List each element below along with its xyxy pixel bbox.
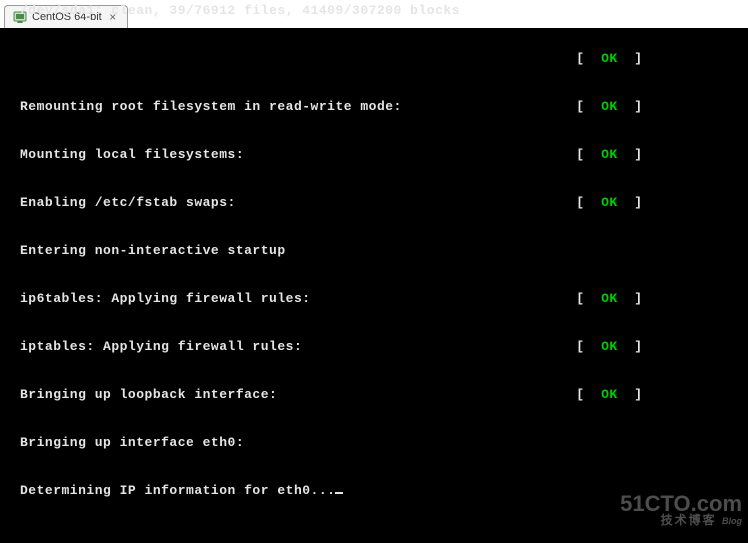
cursor xyxy=(335,492,343,494)
eth0-determining: Determining IP information for eth0... xyxy=(20,483,335,498)
status-ok: [ OK ] xyxy=(576,99,642,115)
status-row: Remounting root filesystem in read-write… xyxy=(20,99,643,115)
status-row: [ OK ] xyxy=(20,51,643,67)
status-ok: [ OK ] xyxy=(576,147,642,163)
status-ok: [ OK ] xyxy=(576,195,642,211)
status-ok: [ OK ] xyxy=(576,339,642,355)
status-ok: [ OK ] xyxy=(576,291,642,307)
boot-output: sd 2:0:0:0: [sda] Assuming drive cache: … xyxy=(20,0,643,531)
boot-line: Bringing up interface eth0: xyxy=(20,435,643,451)
status-ok: [ OK ] xyxy=(576,387,642,403)
terminal: sd 2:0:0:0: [sda] Assuming drive cache: … xyxy=(0,28,748,543)
status-row: Enabling /etc/fstab swaps: [ OK ] xyxy=(20,195,643,211)
boot-line: /dev/sda1: clean, 39/76912 files, 41409/… xyxy=(20,3,643,19)
boot-line: Entering non-interactive startup xyxy=(20,243,643,259)
status-ok: [ OK ] xyxy=(576,51,642,67)
status-row: Bringing up loopback interface: [ OK ] xyxy=(20,387,643,403)
status-row: Mounting local filesystems: [ OK ] xyxy=(20,147,643,163)
status-row: ip6tables: Applying firewall rules: [ OK… xyxy=(20,291,643,307)
boot-line-cursor: Determining IP information for eth0... xyxy=(20,483,643,499)
status-row: iptables: Applying firewall rules: [ OK … xyxy=(20,339,643,355)
